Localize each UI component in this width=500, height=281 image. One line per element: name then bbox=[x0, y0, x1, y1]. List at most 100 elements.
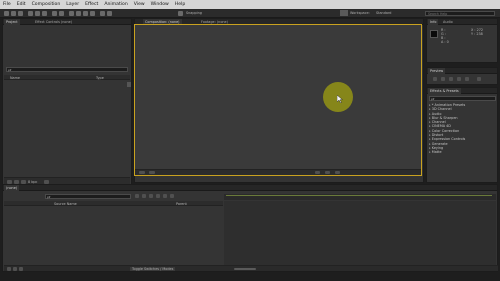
camera-tool-icon[interactable] bbox=[35, 11, 40, 16]
tab-info-label: Info bbox=[430, 20, 437, 24]
tab-project[interactable]: Project bbox=[4, 19, 20, 25]
transfer-controls-icon[interactable] bbox=[13, 267, 17, 271]
info-tabbar: Info Audio bbox=[427, 19, 497, 25]
tab-preview-label: Preview bbox=[430, 69, 444, 73]
graph-editor-icon[interactable] bbox=[170, 194, 174, 198]
tab-audio-label: Audio bbox=[443, 20, 453, 24]
tab-audio[interactable]: Audio bbox=[441, 19, 455, 25]
new-folder-icon[interactable] bbox=[14, 179, 19, 184]
frame-blending-icon[interactable] bbox=[156, 194, 160, 198]
tab-timeline-label: (none) bbox=[6, 186, 18, 190]
effects-search-input[interactable]: ρ▾ bbox=[429, 96, 496, 101]
menu-window[interactable]: Window bbox=[151, 2, 169, 7]
new-composition-icon[interactable] bbox=[21, 179, 26, 184]
in-out-icon[interactable] bbox=[19, 267, 23, 271]
clone-stamp-tool-icon[interactable] bbox=[83, 11, 88, 16]
tab-timeline[interactable]: (none) bbox=[4, 185, 20, 191]
work-area-bar[interactable] bbox=[226, 195, 492, 196]
play-icon[interactable] bbox=[449, 77, 453, 81]
snapping-label: Snapping bbox=[186, 11, 202, 15]
composition-viewer[interactable] bbox=[134, 24, 422, 176]
info-y: Y : 238 bbox=[471, 32, 483, 36]
brush-tool-icon[interactable] bbox=[76, 11, 81, 16]
tab-preview[interactable]: Preview bbox=[428, 68, 446, 74]
motion-blur-icon[interactable] bbox=[163, 194, 167, 198]
viewer-controls-bar bbox=[135, 169, 421, 175]
mask-tool-icon[interactable] bbox=[52, 11, 57, 16]
zoom-slider[interactable] bbox=[234, 268, 256, 270]
project-column-header: Name Type bbox=[4, 75, 130, 80]
timeline-footer: Toggle Switches / Modes bbox=[4, 265, 498, 271]
play-last-frame-icon[interactable] bbox=[465, 77, 469, 81]
timeline-track-area[interactable] bbox=[224, 201, 496, 271]
workspace-label: Workspace: bbox=[350, 11, 370, 15]
menu-view[interactable]: View bbox=[134, 2, 145, 7]
menu-edit[interactable]: Edit bbox=[17, 2, 26, 7]
hand-tool-icon[interactable] bbox=[11, 11, 16, 16]
comp-mini-flowchart-icon[interactable] bbox=[135, 194, 139, 198]
magnification-dropdown[interactable] bbox=[139, 171, 145, 174]
effects-list: * Animation Presets 3D Channel Audio Blu… bbox=[429, 103, 495, 155]
resolution-dropdown[interactable] bbox=[149, 171, 155, 174]
pen-tool-icon[interactable] bbox=[59, 11, 64, 16]
menu-file[interactable]: File bbox=[3, 2, 11, 7]
timeline-tabbar: (none) bbox=[3, 185, 497, 191]
mouse-pointer-icon bbox=[337, 95, 343, 103]
info-panel: Info Audio R : G : B : A : 0 X : 272 Y :… bbox=[426, 18, 498, 63]
ram-preview-icon[interactable] bbox=[477, 77, 481, 81]
column-parent[interactable]: Parent bbox=[176, 202, 187, 206]
interpret-footage-icon[interactable] bbox=[7, 179, 12, 184]
timeline-search-value: ρ▾ bbox=[47, 195, 51, 199]
menu-layer[interactable]: Layer bbox=[66, 2, 79, 7]
rotate-tool-icon[interactable] bbox=[28, 11, 33, 16]
toggle-switches-modes-button[interactable]: Toggle Switches / Modes bbox=[130, 267, 176, 271]
column-type[interactable]: Type bbox=[96, 76, 104, 80]
timeline-panel: (none) ρ▾ Source Name Parent Toggle Swit… bbox=[2, 184, 498, 272]
pan-behind-tool-icon[interactable] bbox=[42, 11, 47, 16]
column-source-name[interactable]: Source Name bbox=[54, 202, 77, 206]
tab-effects-presets[interactable]: Effects & Presets bbox=[428, 88, 461, 94]
tab-effect-controls[interactable]: Effect Controls (none) bbox=[33, 19, 74, 25]
bpc-label[interactable]: 8 bpc bbox=[28, 180, 37, 184]
type-tool-icon[interactable] bbox=[69, 11, 74, 16]
draft-3d-icon[interactable] bbox=[142, 194, 146, 198]
play-previous-frame-icon[interactable] bbox=[441, 77, 445, 81]
menu-composition[interactable]: Composition bbox=[32, 2, 61, 7]
layer-switches-icon[interactable] bbox=[7, 267, 11, 271]
snapping-checkbox[interactable] bbox=[178, 11, 183, 16]
column-settings-icon[interactable] bbox=[127, 82, 131, 87]
shy-icon[interactable] bbox=[149, 194, 153, 198]
menu-effect[interactable]: Effect bbox=[85, 2, 98, 7]
channel-icon[interactable] bbox=[325, 171, 330, 174]
effects-tabbar: Effects & Presets bbox=[427, 88, 497, 94]
delete-icon[interactable] bbox=[44, 179, 49, 184]
tab-effect-controls-label: Effect Controls (none) bbox=[35, 20, 73, 24]
roto-brush-tool-icon[interactable] bbox=[100, 11, 105, 16]
tab-project-label: Project bbox=[6, 20, 18, 24]
play-first-frame-icon[interactable] bbox=[433, 77, 437, 81]
project-search-input[interactable]: ρ▾ bbox=[6, 67, 128, 72]
tab-effects-presets-label: Effects & Presets bbox=[430, 89, 459, 93]
time-ruler[interactable] bbox=[224, 194, 496, 200]
search-help-input[interactable]: Search Help bbox=[425, 11, 495, 16]
workspace-dropdown[interactable]: Standard bbox=[376, 11, 391, 15]
column-name[interactable]: Name bbox=[10, 76, 20, 80]
tab-info[interactable]: Info bbox=[428, 19, 439, 25]
play-next-frame-icon[interactable] bbox=[457, 77, 461, 81]
eraser-tool-icon[interactable] bbox=[90, 11, 95, 16]
menu-animation[interactable]: Animation bbox=[104, 2, 127, 7]
search-help-placeholder: Search Help bbox=[428, 12, 448, 16]
timeline-column-header: Source Name Parent bbox=[4, 201, 223, 206]
effect-category[interactable]: Matte bbox=[429, 150, 495, 154]
selection-tool-icon[interactable] bbox=[4, 11, 9, 16]
puppet-tool-icon[interactable] bbox=[107, 11, 112, 16]
menu-help[interactable]: Help bbox=[175, 2, 185, 7]
project-search-value: ρ▾ bbox=[8, 68, 12, 72]
color-swatch bbox=[430, 30, 438, 38]
snapshot-icon[interactable] bbox=[315, 171, 320, 174]
workspace-icon bbox=[340, 10, 348, 16]
grid-icon[interactable] bbox=[335, 171, 340, 174]
project-panel: Project Effect Controls (none) ρ▾ Name T… bbox=[2, 18, 132, 186]
zoom-tool-icon[interactable] bbox=[18, 11, 23, 16]
timeline-search-input[interactable]: ρ▾ bbox=[45, 194, 131, 199]
